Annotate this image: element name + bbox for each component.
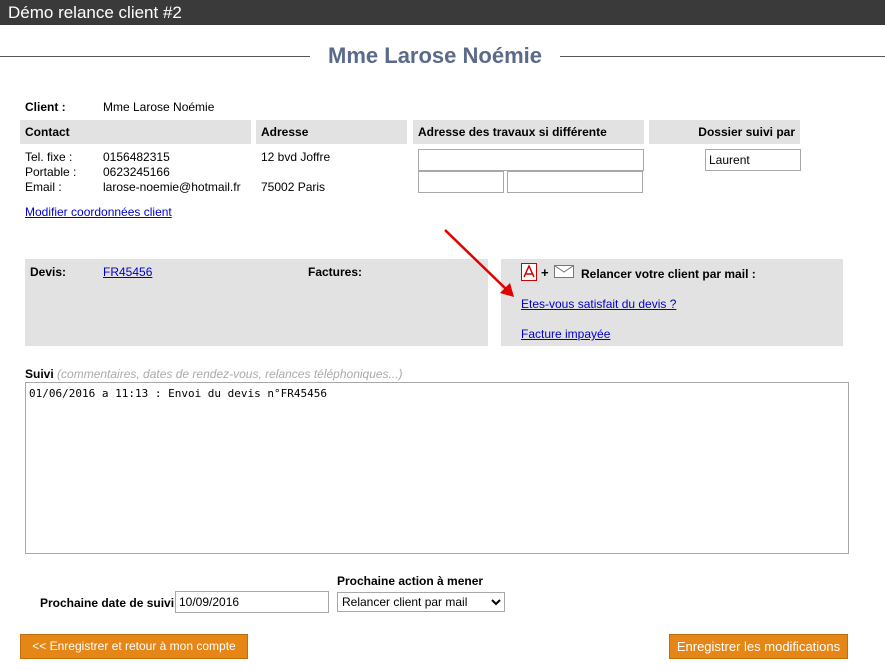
invoices-label: Factures: bbox=[308, 265, 363, 279]
satisfied-quote-link[interactable]: Etes-vous satisfait du devis ? bbox=[521, 297, 676, 311]
followup-label-row: Suivi (commentaires, dates de rendez-vou… bbox=[25, 367, 403, 381]
email-label: Email : bbox=[25, 180, 62, 194]
work-address-city-input[interactable] bbox=[507, 171, 643, 193]
save-and-back-button[interactable]: << Enregistrer et retour à mon compte bbox=[20, 634, 248, 659]
followup-textarea[interactable]: 01/06/2016 a 11:13 : Envoi du devis n°FR… bbox=[25, 382, 849, 554]
work-address-header: Adresse des travaux si différente bbox=[413, 120, 644, 144]
mobile-label: Portable : bbox=[25, 165, 77, 179]
address-line2: 75002 Paris bbox=[261, 180, 326, 194]
next-action-select[interactable]: Relancer client par mail bbox=[337, 592, 505, 612]
save-changes-button[interactable]: Enregistrer les modifications bbox=[669, 634, 848, 659]
unpaid-invoice-link[interactable]: Facture impayée bbox=[521, 327, 610, 341]
edit-client-link[interactable]: Modifier coordonnées client bbox=[25, 205, 172, 219]
plus-sign: + bbox=[541, 265, 549, 280]
contact-header: Contact bbox=[20, 120, 251, 144]
phone-label: Tel. fixe : bbox=[25, 150, 73, 164]
next-date-label: Prochaine date de suivi bbox=[40, 596, 175, 610]
address-line1: 12 bvd Joffre bbox=[261, 150, 331, 164]
address-header: Adresse bbox=[256, 120, 407, 144]
next-date-input[interactable] bbox=[175, 591, 329, 613]
followup-label: Suivi bbox=[25, 367, 54, 381]
followed-by-input[interactable] bbox=[705, 149, 801, 171]
followed-by-header: Dossier suivi par bbox=[649, 120, 800, 144]
phone-value: 0156482315 bbox=[103, 150, 170, 164]
window-title: Démo relance client #2 bbox=[8, 3, 182, 22]
quotes-panel bbox=[25, 259, 488, 346]
reminder-title: Relancer votre client par mail : bbox=[581, 267, 756, 281]
page-title: Mme Larose Noémie bbox=[310, 40, 560, 72]
followup-hint: (commentaires, dates de rendez-vous, rel… bbox=[57, 367, 403, 381]
quotes-label: Devis: bbox=[30, 265, 67, 279]
red-arrow-icon bbox=[444, 229, 514, 297]
email-value: larose-noemie@hotmail.fr bbox=[103, 180, 241, 194]
quote-link[interactable]: FR45456 bbox=[103, 265, 152, 279]
mail-icon bbox=[554, 265, 574, 278]
mobile-value: 0623245166 bbox=[103, 165, 170, 179]
client-label: Client : bbox=[25, 100, 66, 114]
work-address-zip-input[interactable] bbox=[418, 171, 504, 193]
work-address-street-input[interactable] bbox=[418, 149, 644, 171]
pdf-icon bbox=[521, 263, 537, 281]
client-name: Mme Larose Noémie bbox=[103, 100, 215, 114]
window-title-bar: Démo relance client #2 bbox=[0, 0, 885, 25]
next-action-label: Prochaine action à mener bbox=[337, 574, 484, 588]
